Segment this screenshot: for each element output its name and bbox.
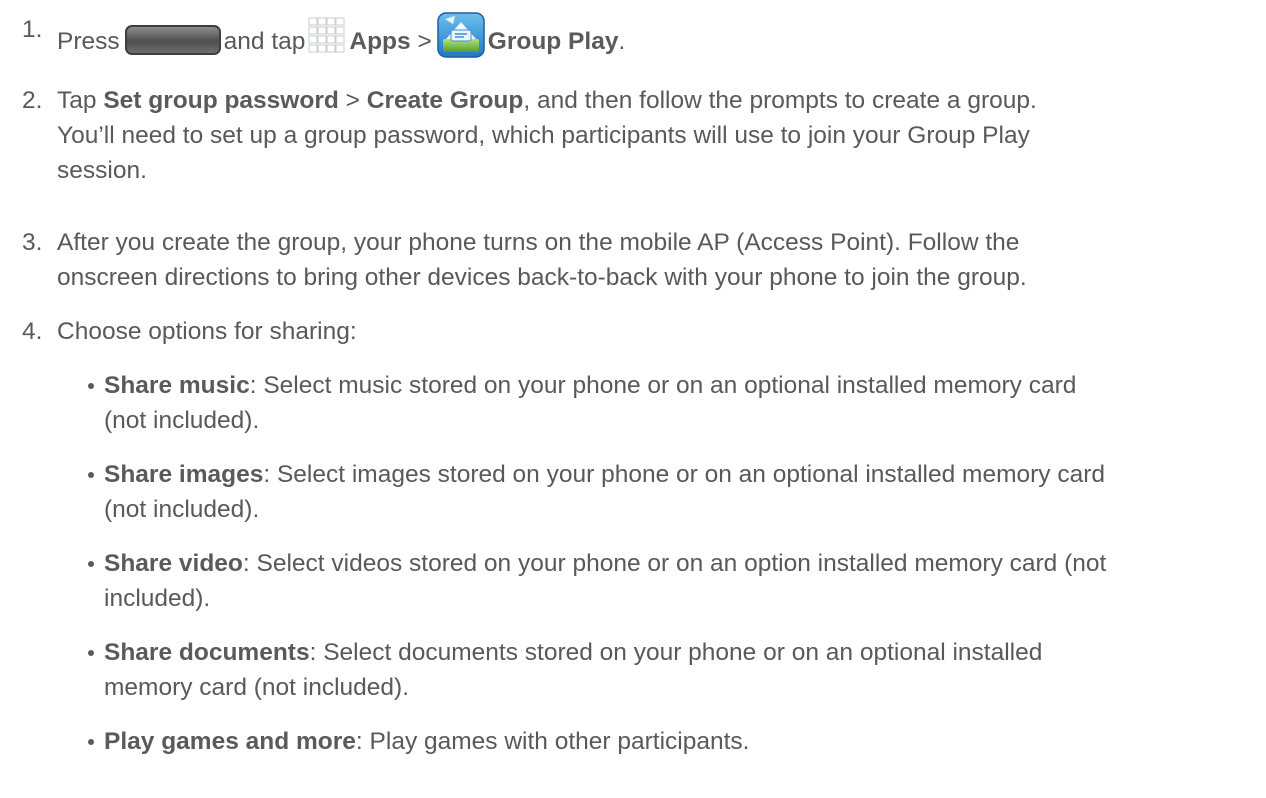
option-term: Share documents — [104, 639, 310, 666]
option-description: : Select images stored on your phone or … — [263, 461, 1105, 488]
bullet-line: Share music: Select music stored on your… — [104, 368, 1262, 403]
list-item-share-video: Share video: Select videos stored on you… — [82, 546, 1262, 616]
option-term: Share images — [104, 461, 264, 488]
option-term: Share video — [104, 550, 243, 577]
bullet-line: Share documents: Select documents stored… — [104, 635, 1262, 670]
step-line: session. — [57, 157, 147, 184]
bullet-line: Share video: Select videos stored on you… — [104, 546, 1262, 581]
list-item-share-music: Share music: Select music stored on your… — [82, 368, 1262, 438]
step-line: Tap Set group password > Create Group, a… — [57, 83, 1252, 118]
apps-label: Apps — [349, 28, 411, 55]
create-group-label: Create Group — [366, 87, 524, 114]
document-page: 1. Press and tap Apps > Group Play. 2. T… — [0, 0, 1266, 798]
list-item-share-documents: Share documents: Select documents stored… — [82, 635, 1262, 705]
step-number: 4. — [22, 318, 43, 345]
set-group-password-label: Set group password — [103, 87, 339, 114]
bullet-line: (not included). — [104, 407, 260, 434]
home-key-icon — [124, 25, 221, 55]
bullet-line: Share images: Select images stored on yo… — [104, 457, 1262, 492]
step-text: Tap — [57, 87, 97, 114]
option-term: Play games and more — [104, 728, 356, 755]
list-item-play-games: Play games and more: Play games with oth… — [82, 724, 1262, 759]
step-1: 1. Press and tap Apps > Group Play. — [22, 12, 1252, 59]
option-description: : Select videos stored on your phone or … — [242, 550, 1107, 577]
bullet-line: (not included). — [104, 496, 260, 523]
step-line: After you create the group, your phone t… — [57, 229, 1020, 256]
list-item-share-images: Share images: Select images stored on yo… — [82, 457, 1262, 527]
option-term: Share music — [104, 372, 250, 399]
step-line: onscreen directions to bring other devic… — [57, 264, 1027, 291]
step-line: Choose options for sharing: — [57, 318, 357, 345]
step-text-end: . — [618, 28, 626, 55]
bullet-dot — [88, 561, 94, 567]
option-description: : Select music stored on your phone or o… — [249, 372, 1077, 399]
step-text: and tap — [223, 28, 306, 55]
step-separator: > — [345, 87, 360, 114]
step-3: 3. After you create the group, your phon… — [22, 225, 1252, 295]
bullet-line: Play games and more: Play games with oth… — [104, 724, 1262, 759]
step-4: 4. Choose options for sharing: — [22, 314, 1252, 349]
group-play-app-icon — [437, 12, 485, 58]
step-line: You’ll need to set up a group password, … — [57, 122, 1030, 149]
bullet-line: included). — [104, 585, 211, 612]
option-description: : Select documents stored on your phone … — [309, 639, 1043, 666]
step-2: 2. Tap Set group password > Create Group… — [22, 83, 1252, 188]
step-number: 2. — [22, 87, 43, 114]
bullet-line: memory card (not included). — [104, 674, 410, 701]
step-separator: > — [417, 28, 432, 55]
step-text: Press — [57, 28, 120, 55]
apps-grid-icon — [308, 17, 345, 53]
bullet-dot — [88, 472, 94, 478]
step-number: 3. — [22, 229, 43, 256]
bullet-dot — [88, 650, 94, 656]
bullet-dot — [88, 739, 94, 745]
option-description: : Play games with other participants. — [355, 728, 750, 755]
bullet-dot — [88, 383, 94, 389]
group-play-label: Group Play — [487, 28, 619, 55]
step-number: 1. — [22, 16, 43, 43]
step-text: , and then follow the prompts to create … — [523, 87, 1037, 114]
